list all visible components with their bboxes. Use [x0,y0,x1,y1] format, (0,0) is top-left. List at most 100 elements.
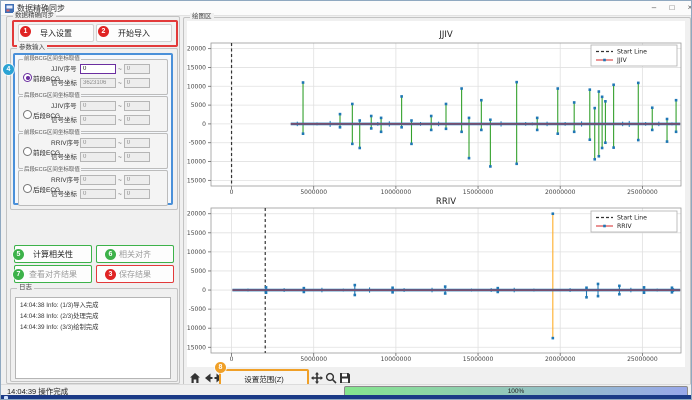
signal-coord-from-input[interactable] [80,189,116,199]
save-icon[interactable] [339,372,351,384]
param-group-ecg-rear: 后段ECG区间坐标取值 后段ECG RRIV序号~ 信号坐标~ [18,170,168,206]
figure-canvas: 20000 15000 10000 5000 0 -5000 -10000 -15000 0 50… [187,21,685,367]
range-separator: ~ [118,154,122,161]
left-panel-title: 数据精确同步 [13,12,56,20]
log-listbox[interactable]: 14:04:38 Info: (1/3)导入完成 14:04:38 Info: … [15,297,171,379]
taskbar-start-icon[interactable] [4,396,8,400]
step-badge-3: 3 [105,269,116,280]
radio-bcg-front[interactable] [23,73,32,82]
param-group-title: 后段ECG区间坐标取值 [23,167,81,174]
range-separator: ~ [118,177,122,184]
signal-coord-from-input[interactable] [80,78,116,88]
field-label: 信号坐标 [51,78,79,89]
param-group-title: 后段BCG区间坐标取值 [23,93,81,100]
svg-text:Start Line: Start Line [617,49,647,56]
svg-text:10000: 10000 [187,249,206,256]
signal-coord-to-input[interactable] [124,115,150,125]
correlation-align-label: 相关对齐 [119,249,151,260]
range-separator: ~ [118,103,122,110]
range-separator: ~ [118,140,122,147]
jjiv-index-from-input[interactable] [80,64,116,74]
svg-text:-5000: -5000 [189,140,207,147]
signal-coord-to-input[interactable] [124,78,150,88]
svg-text:10000000: 10000000 [381,189,412,196]
step-badge-4: 4 [3,64,14,75]
svg-text:20000: 20000 [187,46,206,53]
svg-text:0: 0 [230,356,234,363]
param-group-bcg-rear: 后段BCG区间坐标取值 后段BCG JJIV序号~ 信号坐标~ [18,96,168,132]
svg-text:20000: 20000 [187,211,206,218]
svg-text:10000000: 10000000 [381,356,412,363]
params-group: 参数输入 前段BCG区间坐标取值 前段BCG JJIV序号~ 信号坐标~ 后段B… [10,48,178,210]
svg-text:JJIV: JJIV [438,30,453,40]
svg-text:JJIV: JJIV [616,57,627,64]
jjiv-index-from-input[interactable] [80,101,116,111]
maximize-icon[interactable]: □ [663,1,681,14]
field-label: 信号坐标 [51,115,79,126]
svg-text:10000: 10000 [187,83,206,90]
field-label: RRIV序号 [51,175,79,186]
minimize-icon[interactable]: – [645,1,663,14]
calc-correlation-label: 计算相关性 [33,249,73,260]
radio-bcg-rear[interactable] [23,110,32,119]
field-label: 信号坐标 [51,189,79,200]
step-badge-1: 1 [20,26,31,37]
signal-coord-from-input[interactable] [80,115,116,125]
os-taskbar[interactable] [1,395,691,400]
import-actions-frame: 导入设置 开始导入 [12,20,178,47]
home-icon[interactable] [189,372,201,384]
step-badge-5: 5 [13,249,24,260]
svg-text:5000: 5000 [191,268,206,275]
view-align-result-button[interactable]: 查看对齐结果 [14,265,92,283]
rriv-index-to-input[interactable] [124,175,150,185]
svg-text:5000000: 5000000 [300,356,327,363]
svg-text:15000: 15000 [187,64,206,71]
svg-text:15000000: 15000000 [463,356,494,363]
param-group-title: 前段ECG区间坐标取值 [23,130,81,137]
range-separator: ~ [118,117,122,124]
signal-coord-to-input[interactable] [124,189,150,199]
step-badge-6: 6 [105,249,116,260]
left-panel: 数据精确同步 导入设置 开始导入 1 2 参数输入 前段BCG区间坐标取值 前段… [6,16,180,384]
svg-text:20000000: 20000000 [545,189,576,196]
field-label: 信号坐标 [51,152,79,163]
svg-text:25000000: 25000000 [627,189,658,196]
radio-ecg-front[interactable] [23,147,32,156]
radio-ecg-rear[interactable] [23,184,32,193]
field-label: JJIV序号 [51,101,79,112]
svg-text:25000000: 25000000 [627,356,658,363]
rriv-index-to-input[interactable] [124,138,150,148]
range-separator: ~ [118,80,122,87]
svg-text:15000000: 15000000 [463,189,494,196]
range-separator: ~ [118,66,122,73]
jjiv-chart: 20000150001000050000-5000-10000-15000050… [187,21,685,197]
pan-icon[interactable] [311,372,323,384]
svg-text:-10000: -10000 [187,159,206,166]
svg-text:-10000: -10000 [187,325,206,332]
signal-coord-from-input[interactable] [80,152,116,162]
svg-text:Start Line: Start Line [617,215,647,222]
svg-text:-15000: -15000 [187,344,206,351]
log-line: 14:04:38 Info: (1/3)导入完成 [20,300,170,309]
plot-area-title: 绘图区 [190,13,214,21]
rriv-chart: 20000150001000050000-5000-10000-15000050… [187,197,685,367]
rriv-index-from-input[interactable] [80,138,116,148]
set-range-label: 设置范围(Z) [244,374,284,385]
calc-correlation-button[interactable]: 计算相关性 [14,245,92,263]
jjiv-index-to-input[interactable] [124,64,150,74]
zoom-icon[interactable] [325,372,337,384]
svg-text:RRIV: RRIV [436,197,456,207]
step-badge-7: 7 [13,269,24,280]
param-group-title: 前段BCG区间坐标取值 [23,56,81,63]
save-results-label: 保存结果 [119,269,151,280]
param-group-bcg-front: 前段BCG区间坐标取值 前段BCG JJIV序号~ 信号坐标~ [18,59,168,95]
svg-text:0: 0 [230,189,234,196]
svg-text:-15000: -15000 [187,177,206,184]
jjiv-index-to-input[interactable] [124,101,150,111]
log-line: 14:04:39 Info: (3/3)绘制完成 [20,322,170,331]
signal-coord-to-input[interactable] [124,152,150,162]
svg-text:20000000: 20000000 [545,356,576,363]
rriv-index-from-input[interactable] [80,175,116,185]
view-align-result-label: 查看对齐结果 [29,269,77,280]
close-icon[interactable]: × [681,1,692,14]
